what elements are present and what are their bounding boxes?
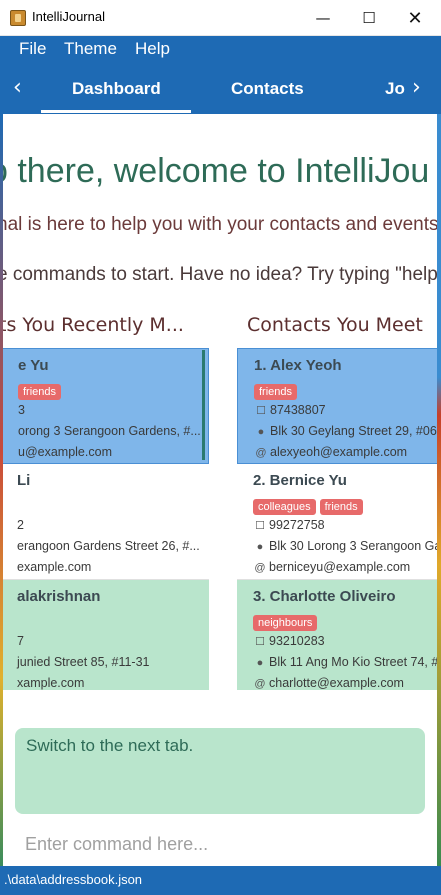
tag-badge: friends [254,384,298,400]
contact-email: charlotte@example.com [269,676,404,690]
at-icon: @ [255,447,267,459]
contact-address: erangoon Gardens Street 26, #... [17,539,200,553]
tab-prev-icon[interactable]: ‹ [13,75,22,100]
app-icon [10,10,26,26]
meet-contacts-list[interactable]: 1. Alex Yeoh friends ☐ 87438807 ● Blk 30 G… [237,348,437,690]
title-bar: IntelliJournal — ☐ ✕ [0,0,441,36]
tag-badge: friends [319,499,363,515]
contact-email: berniceyu@example.com [269,560,411,574]
contact-address: Blk 30 Lorong 3 Serangoon Ga [269,539,437,553]
contact-email: xample.com [17,676,85,690]
welcome-line-1: nal is here to help you with your contac… [3,214,437,235]
tab-next-icon[interactable]: › [412,75,421,100]
file-path-status: .\data\addressbook.json [4,872,143,887]
list-item[interactable]: alakrishnan 7 junied Street 85, #11-31 x… [3,580,209,690]
window-title: IntelliJournal [32,9,105,24]
meet-contacts-header: Contacts You Meet [247,314,423,336]
contact-phone: 3 [18,403,25,417]
contact-name: Li [17,472,31,489]
recent-contacts-list[interactable]: e Yu friends 3 orong 3 Serangoon Gardens… [3,348,209,690]
command-result-text: Switch to the next tab. [26,736,194,755]
contact-name: e Yu [18,357,49,374]
phone-icon: ☐ [255,636,265,648]
tag-badge: neighbours [253,615,318,631]
contact-phone: 93210283 [269,634,325,648]
tab-journal[interactable]: Jo [385,79,405,99]
location-icon: ● [256,657,264,669]
menu-bar: File Theme Help [0,36,441,64]
menu-help[interactable]: Help [135,39,170,59]
contact-phone: 7 [17,634,24,648]
status-bar: .\data\addressbook.json [0,866,441,895]
phone-icon: ☐ [255,520,265,532]
contact-name: 1. Alex Yeoh [254,357,342,374]
tag-badge: friends [18,384,62,400]
list-item[interactable]: Li 2 erangoon Gardens Street 26, #... ex… [3,464,209,580]
tab-bar: ‹ Dashboard Contacts Jo › [0,64,441,114]
menu-file[interactable]: File [19,39,46,59]
contact-name: 3. Charlotte Oliveiro [253,588,396,605]
contact-phone: 87438807 [270,403,326,417]
active-tab-indicator [41,110,191,113]
close-button[interactable]: ✕ [392,0,438,36]
contact-email: example.com [17,560,92,574]
location-icon: ● [256,541,264,553]
menu-theme[interactable]: Theme [64,39,117,59]
list-item[interactable]: e Yu friends 3 orong 3 Serangoon Gardens… [3,348,209,464]
window-edge-right [437,114,441,866]
command-input[interactable] [15,826,425,862]
contact-name: 2. Bernice Yu [253,472,347,489]
contact-address: junied Street 85, #11-31 [17,655,150,669]
tag-badge: colleagues [253,499,316,515]
tab-dashboard[interactable]: Dashboard [72,79,161,99]
contact-phone: 2 [17,518,24,532]
list-item[interactable]: 2. Bernice Yu colleagues friends ☐ 9927275… [237,464,437,580]
tab-contacts[interactable]: Contacts [231,79,304,99]
contact-address: Blk 11 Ang Mo Kio Street 74, # [269,655,437,669]
contact-email: u@example.com [18,445,112,459]
contact-address: Blk 30 Geylang Street 29, #06 [270,424,437,438]
minimize-button[interactable]: — [300,0,346,36]
at-icon: @ [254,562,266,574]
contact-address: orong 3 Serangoon Gardens, #... [18,424,201,438]
welcome-heading: o there, welcome to IntelliJou [3,152,430,190]
command-result-box: Switch to the next tab. [15,728,425,814]
maximize-button[interactable]: ☐ [346,0,392,36]
contact-phone: 99272758 [269,518,325,532]
list-item[interactable]: 1. Alex Yeoh friends ☐ 87438807 ● Blk 30 G… [237,348,437,464]
location-icon: ● [257,426,265,438]
recent-contacts-header: ts You Recently M... [3,314,184,336]
welcome-line-2: e commands to start. Have no idea? Try t… [3,264,437,285]
at-icon: @ [254,678,266,690]
list-item[interactable]: 3. Charlotte Oliveiro neighbours ☐ 932102… [237,580,437,690]
contact-name: alakrishnan [17,588,101,605]
scrollbar-thumb[interactable] [202,350,205,460]
phone-icon: ☐ [256,405,266,417]
contact-email: alexyeoh@example.com [270,445,408,459]
